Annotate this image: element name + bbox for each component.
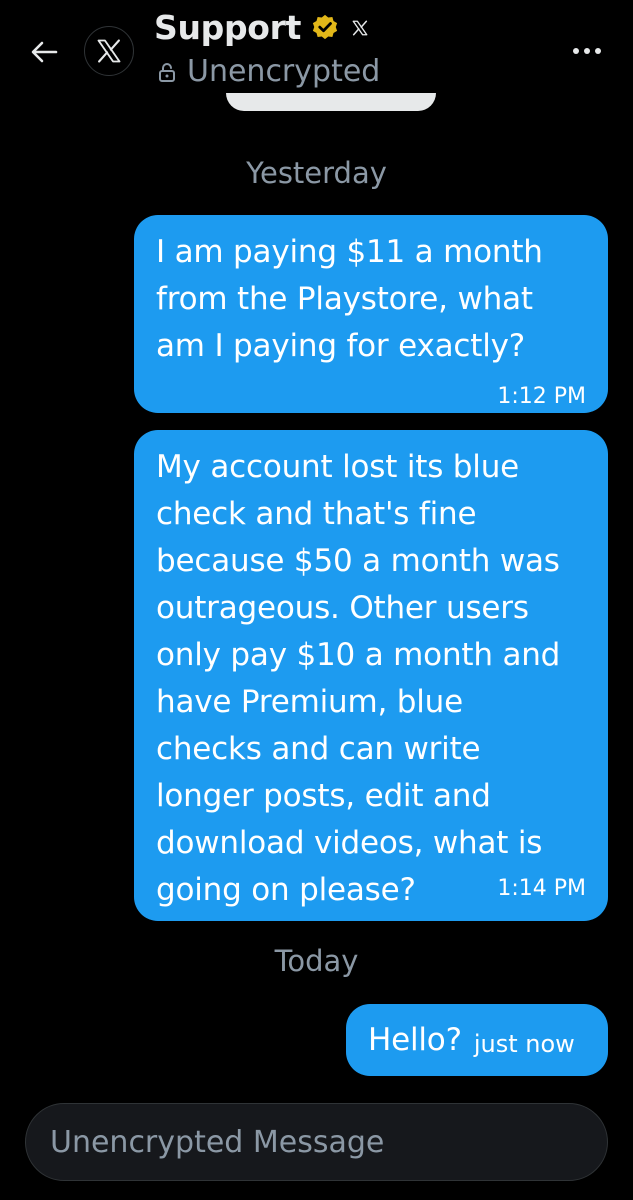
- message-text: Hello?: [368, 1022, 462, 1058]
- title-row: Support: [154, 8, 371, 47]
- x-logo-small-icon: [349, 17, 371, 39]
- message-timestamp: 1:12 PM: [497, 384, 586, 409]
- encryption-label: Unencrypted: [187, 54, 381, 89]
- encryption-status: Unencrypted: [157, 54, 380, 89]
- message-bubble[interactable]: My account lost its blue check and that'…: [134, 430, 608, 921]
- chat-header: Support Unencrypted: [0, 0, 633, 111]
- message-composer[interactable]: [25, 1103, 608, 1181]
- x-logo: [97, 39, 121, 63]
- message-text: I am paying $11 a month from the Playsto…: [156, 234, 543, 364]
- message-bubble[interactable]: I am paying $11 a month from the Playsto…: [134, 215, 608, 413]
- message-timestamp: just now: [473, 1030, 575, 1058]
- date-separator-yesterday: Yesterday: [246, 156, 387, 190]
- conversation-title: Support: [154, 8, 302, 47]
- more-dots-icon[interactable]: [567, 36, 607, 66]
- back-arrow-icon[interactable]: [22, 30, 66, 74]
- avatar[interactable]: [84, 26, 134, 76]
- date-separator-today: Today: [274, 944, 359, 978]
- message-timestamp: 1:14 PM: [497, 876, 586, 901]
- lock-icon: [157, 62, 177, 82]
- message-bubble[interactable]: Hello? just now: [346, 1004, 608, 1076]
- message-text: My account lost its blue check and that'…: [156, 449, 561, 908]
- verified-badge-icon: [309, 12, 341, 44]
- message-input[interactable]: [50, 1124, 607, 1160]
- scroll-indicator: [226, 93, 436, 111]
